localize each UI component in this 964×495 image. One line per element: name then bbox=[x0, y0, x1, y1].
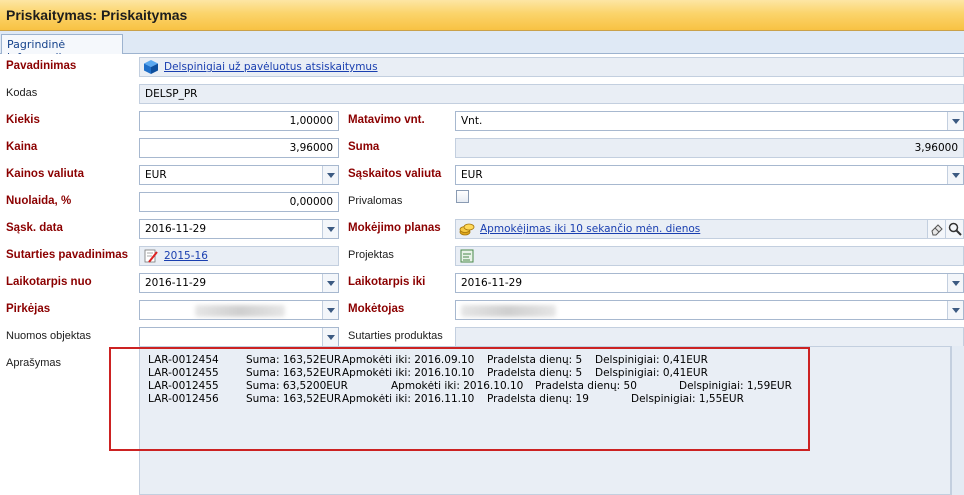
nuomos-objektas-label: Nuomos objektas bbox=[6, 330, 91, 342]
nuomos-objektas-select[interactable] bbox=[139, 327, 339, 347]
mokejimo-planas-field[interactable]: Apmokėjimas iki 10 sekančio mėn. dienos bbox=[455, 219, 964, 239]
moketojas-select[interactable] bbox=[455, 300, 964, 320]
sutarties-pavadinimas-label: Sutarties pavadinimas bbox=[6, 249, 129, 261]
chevron-down-icon[interactable] bbox=[322, 301, 338, 319]
chevron-down-icon[interactable] bbox=[322, 328, 338, 346]
clear-button[interactable] bbox=[927, 220, 945, 238]
search-icon bbox=[948, 222, 962, 236]
form-panel: Pavadinimas Delspinigiai už pavėluotus a… bbox=[0, 54, 964, 495]
sutarties-produktas-field[interactable] bbox=[455, 327, 964, 347]
sask-data-picker[interactable]: 2016-11-29 bbox=[139, 219, 339, 239]
matavimo-vnt-select[interactable]: Vnt. bbox=[455, 111, 964, 131]
window-title: Priskaitymas: Priskaitymas bbox=[6, 7, 188, 23]
kainos-valiuta-value: EUR bbox=[145, 169, 167, 181]
laikotarpis-iki-label: Laikotarpis iki bbox=[348, 276, 426, 288]
sutarties-pavadinimas-link[interactable]: 2015-16 bbox=[164, 250, 208, 262]
pavadinimas-label: Pavadinimas bbox=[6, 60, 77, 72]
contract-edit-icon bbox=[144, 249, 158, 263]
chevron-down-icon[interactable] bbox=[947, 301, 963, 319]
chevron-down-icon[interactable] bbox=[322, 220, 338, 238]
matavimo-vnt-value: Vnt. bbox=[461, 115, 483, 127]
projektas-field[interactable] bbox=[455, 246, 964, 266]
chevron-down-icon[interactable] bbox=[947, 166, 963, 184]
pirkejas-label: Pirkėjas bbox=[6, 303, 51, 315]
kodas-field[interactable]: DELSP_PR bbox=[139, 84, 964, 104]
moketojas-redacted-value bbox=[461, 305, 556, 317]
kainos-valiuta-select[interactable]: EUR bbox=[139, 165, 339, 185]
aprasymas-label: Aprašymas bbox=[6, 357, 62, 369]
suma-field[interactable]: 3,96000 bbox=[455, 138, 964, 158]
chevron-down-icon[interactable] bbox=[322, 274, 338, 292]
sask-data-label: Sąsk. data bbox=[6, 222, 63, 234]
coins-icon bbox=[459, 223, 475, 236]
project-icon bbox=[460, 249, 474, 263]
sutarties-produktas-label: Sutarties produktas bbox=[348, 330, 443, 342]
kodas-label: Kodas bbox=[6, 87, 38, 99]
privalomas-label: Privalomas bbox=[348, 195, 403, 207]
cube-icon bbox=[144, 60, 158, 74]
chevron-down-icon[interactable] bbox=[322, 166, 338, 184]
mokejimo-planas-label: Mokėjimo planas bbox=[348, 222, 441, 234]
tab-strip: Pagrindinė informacija bbox=[0, 31, 964, 64]
kiekis-input[interactable]: 1,00000 bbox=[139, 111, 339, 131]
moketojas-label: Mokėtojas bbox=[348, 303, 405, 315]
pirkejas-redacted-value bbox=[195, 305, 285, 317]
laikotarpis-nuo-picker[interactable]: 2016-11-29 bbox=[139, 273, 339, 293]
kaina-label: Kaina bbox=[6, 141, 38, 153]
aprasymas-memo[interactable]: LAR-0012454 Suma: 163,52EUR Apmokėti iki… bbox=[139, 346, 951, 495]
sask-data-value: 2016-11-29 bbox=[145, 223, 207, 235]
window-titlebar: Priskaitymas: Priskaitymas bbox=[0, 0, 964, 31]
saskaitos-valiuta-select[interactable]: EUR bbox=[455, 165, 964, 185]
mokejimo-planas-link[interactable]: Apmokėjimas iki 10 sekančio mėn. dienos bbox=[480, 223, 700, 235]
kaina-input[interactable]: 3,96000 bbox=[139, 138, 339, 158]
chevron-down-icon[interactable] bbox=[947, 112, 963, 130]
kiekis-label: Kiekis bbox=[6, 114, 40, 126]
nuolaida-input[interactable]: 0,00000 bbox=[139, 192, 339, 212]
saskaitos-valiuta-label: Sąskaitos valiuta bbox=[348, 168, 442, 180]
privalomas-checkbox[interactable] bbox=[456, 190, 469, 203]
laikotarpis-nuo-value: 2016-11-29 bbox=[145, 277, 207, 289]
pirkejas-select[interactable] bbox=[139, 300, 339, 320]
tab-pagrindine-informacija[interactable]: Pagrindinė informacija bbox=[1, 34, 123, 64]
laikotarpis-iki-picker[interactable]: 2016-11-29 bbox=[455, 273, 964, 293]
pavadinimas-field[interactable]: Delspinigiai už pavėluotus atsiskaitymus bbox=[139, 57, 964, 77]
saskaitos-valiuta-value: EUR bbox=[461, 169, 483, 181]
laikotarpis-iki-value: 2016-11-29 bbox=[461, 277, 523, 289]
matavimo-vnt-label: Matavimo vnt. bbox=[348, 114, 425, 126]
suma-label: Suma bbox=[348, 141, 380, 153]
laikotarpis-nuo-label: Laikotarpis nuo bbox=[6, 276, 92, 288]
sutarties-pavadinimas-field[interactable]: 2015-16 bbox=[139, 246, 339, 266]
eraser-icon bbox=[931, 224, 943, 236]
pavadinimas-link[interactable]: Delspinigiai už pavėluotus atsiskaitymus bbox=[164, 61, 378, 73]
nuolaida-label: Nuolaida, % bbox=[6, 195, 72, 207]
aprasymas-scrollbar[interactable] bbox=[951, 346, 964, 495]
kainos-valiuta-label: Kainos valiuta bbox=[6, 168, 84, 180]
projektas-label: Projektas bbox=[348, 249, 394, 261]
search-button[interactable] bbox=[945, 220, 963, 238]
chevron-down-icon[interactable] bbox=[947, 274, 963, 292]
